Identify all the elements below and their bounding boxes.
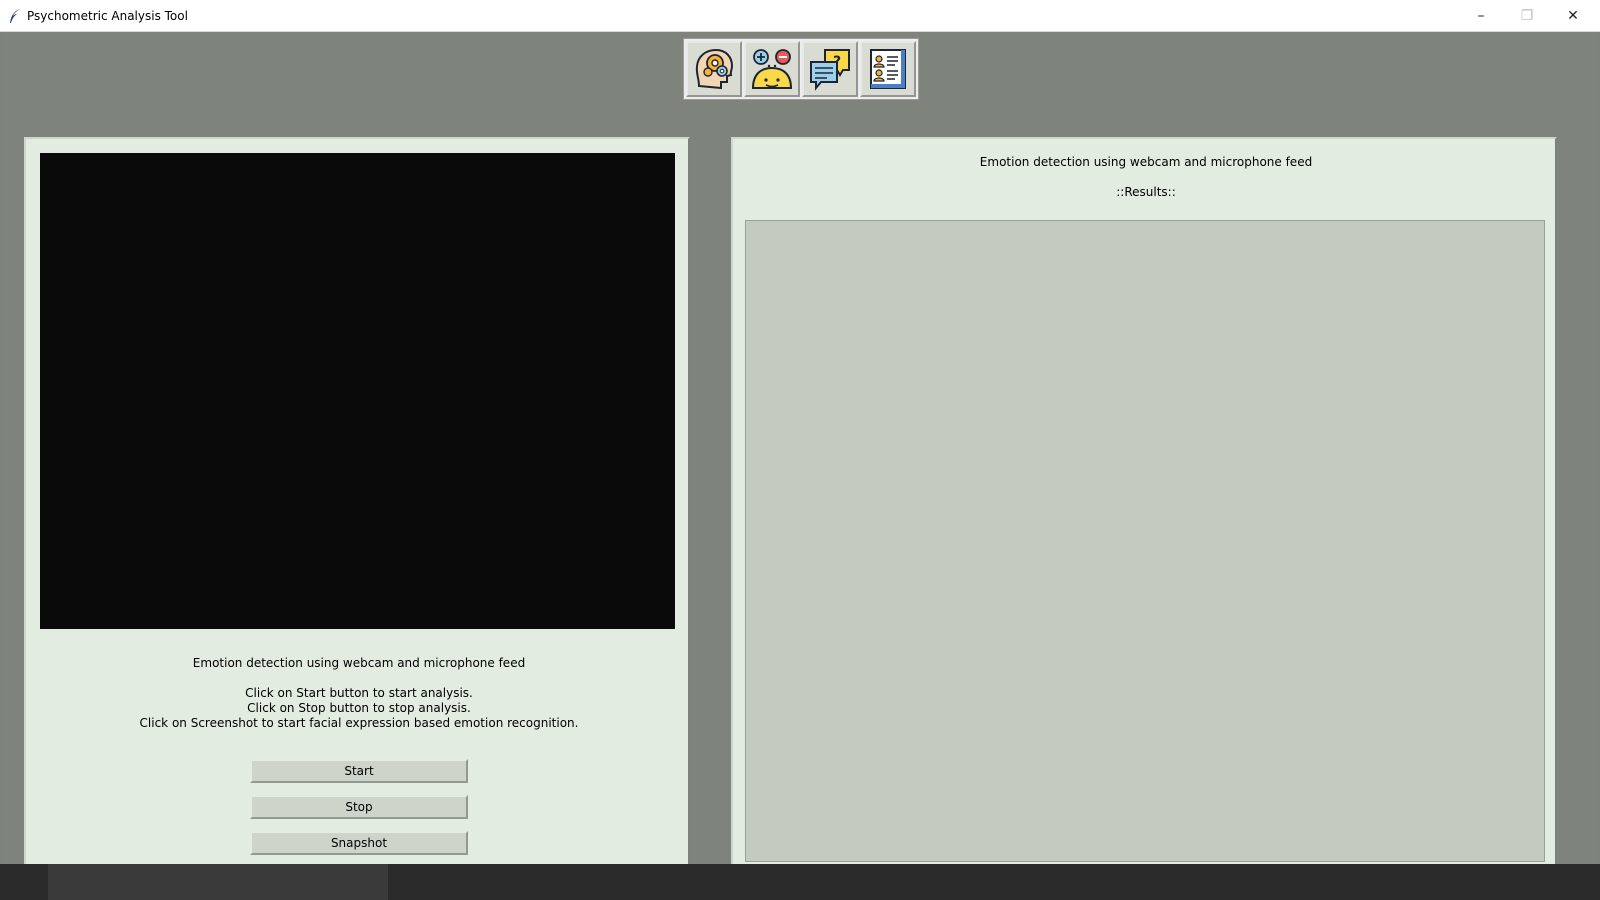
taskbar [0,864,1600,900]
psychometric-analysis-button[interactable] [686,41,742,97]
results-text-area[interactable] [745,220,1545,862]
feather-icon [10,9,20,23]
results-label: ::Results:: [1116,185,1176,199]
webcam-video-canvas [40,153,675,629]
chat-question-icon: ? [810,49,850,91]
profile-report-button[interactable] [860,41,916,97]
instruction-screenshot: Click on Screenshot to start facial expr… [139,716,579,730]
right-panel-heading: Emotion detection using webcam and micro… [979,155,1313,169]
close-button[interactable]: ✕ [1550,0,1596,32]
start-button[interactable]: Start [250,759,468,783]
emotion-plus-minus-icon [751,49,793,89]
brain-gears-icon [695,48,734,90]
questionnaire-button[interactable]: ? [802,41,858,97]
icon-toolbar: ? [683,38,919,100]
minimize-button[interactable]: – [1458,0,1504,32]
profile-document-icon [870,49,906,89]
right-panel: Emotion detection using webcam and micro… [731,137,1557,872]
left-panel: Emotion detection using webcam and micro… [24,137,690,872]
instruction-start: Click on Start button to start analysis. [245,686,473,700]
window-title: Psychometric Analysis Tool [27,9,188,23]
emotion-analysis-button[interactable] [744,41,800,97]
snapshot-button[interactable]: Snapshot [250,831,468,855]
stop-button[interactable]: Stop [250,795,468,819]
taskbar-search-box[interactable] [48,864,388,900]
left-panel-heading: Emotion detection using webcam and micro… [192,656,526,670]
title-bar: Psychometric Analysis Tool – ❐ ✕ [0,0,1600,32]
maximize-button[interactable]: ❐ [1504,0,1550,32]
instruction-stop: Click on Stop button to stop analysis. [247,701,471,715]
